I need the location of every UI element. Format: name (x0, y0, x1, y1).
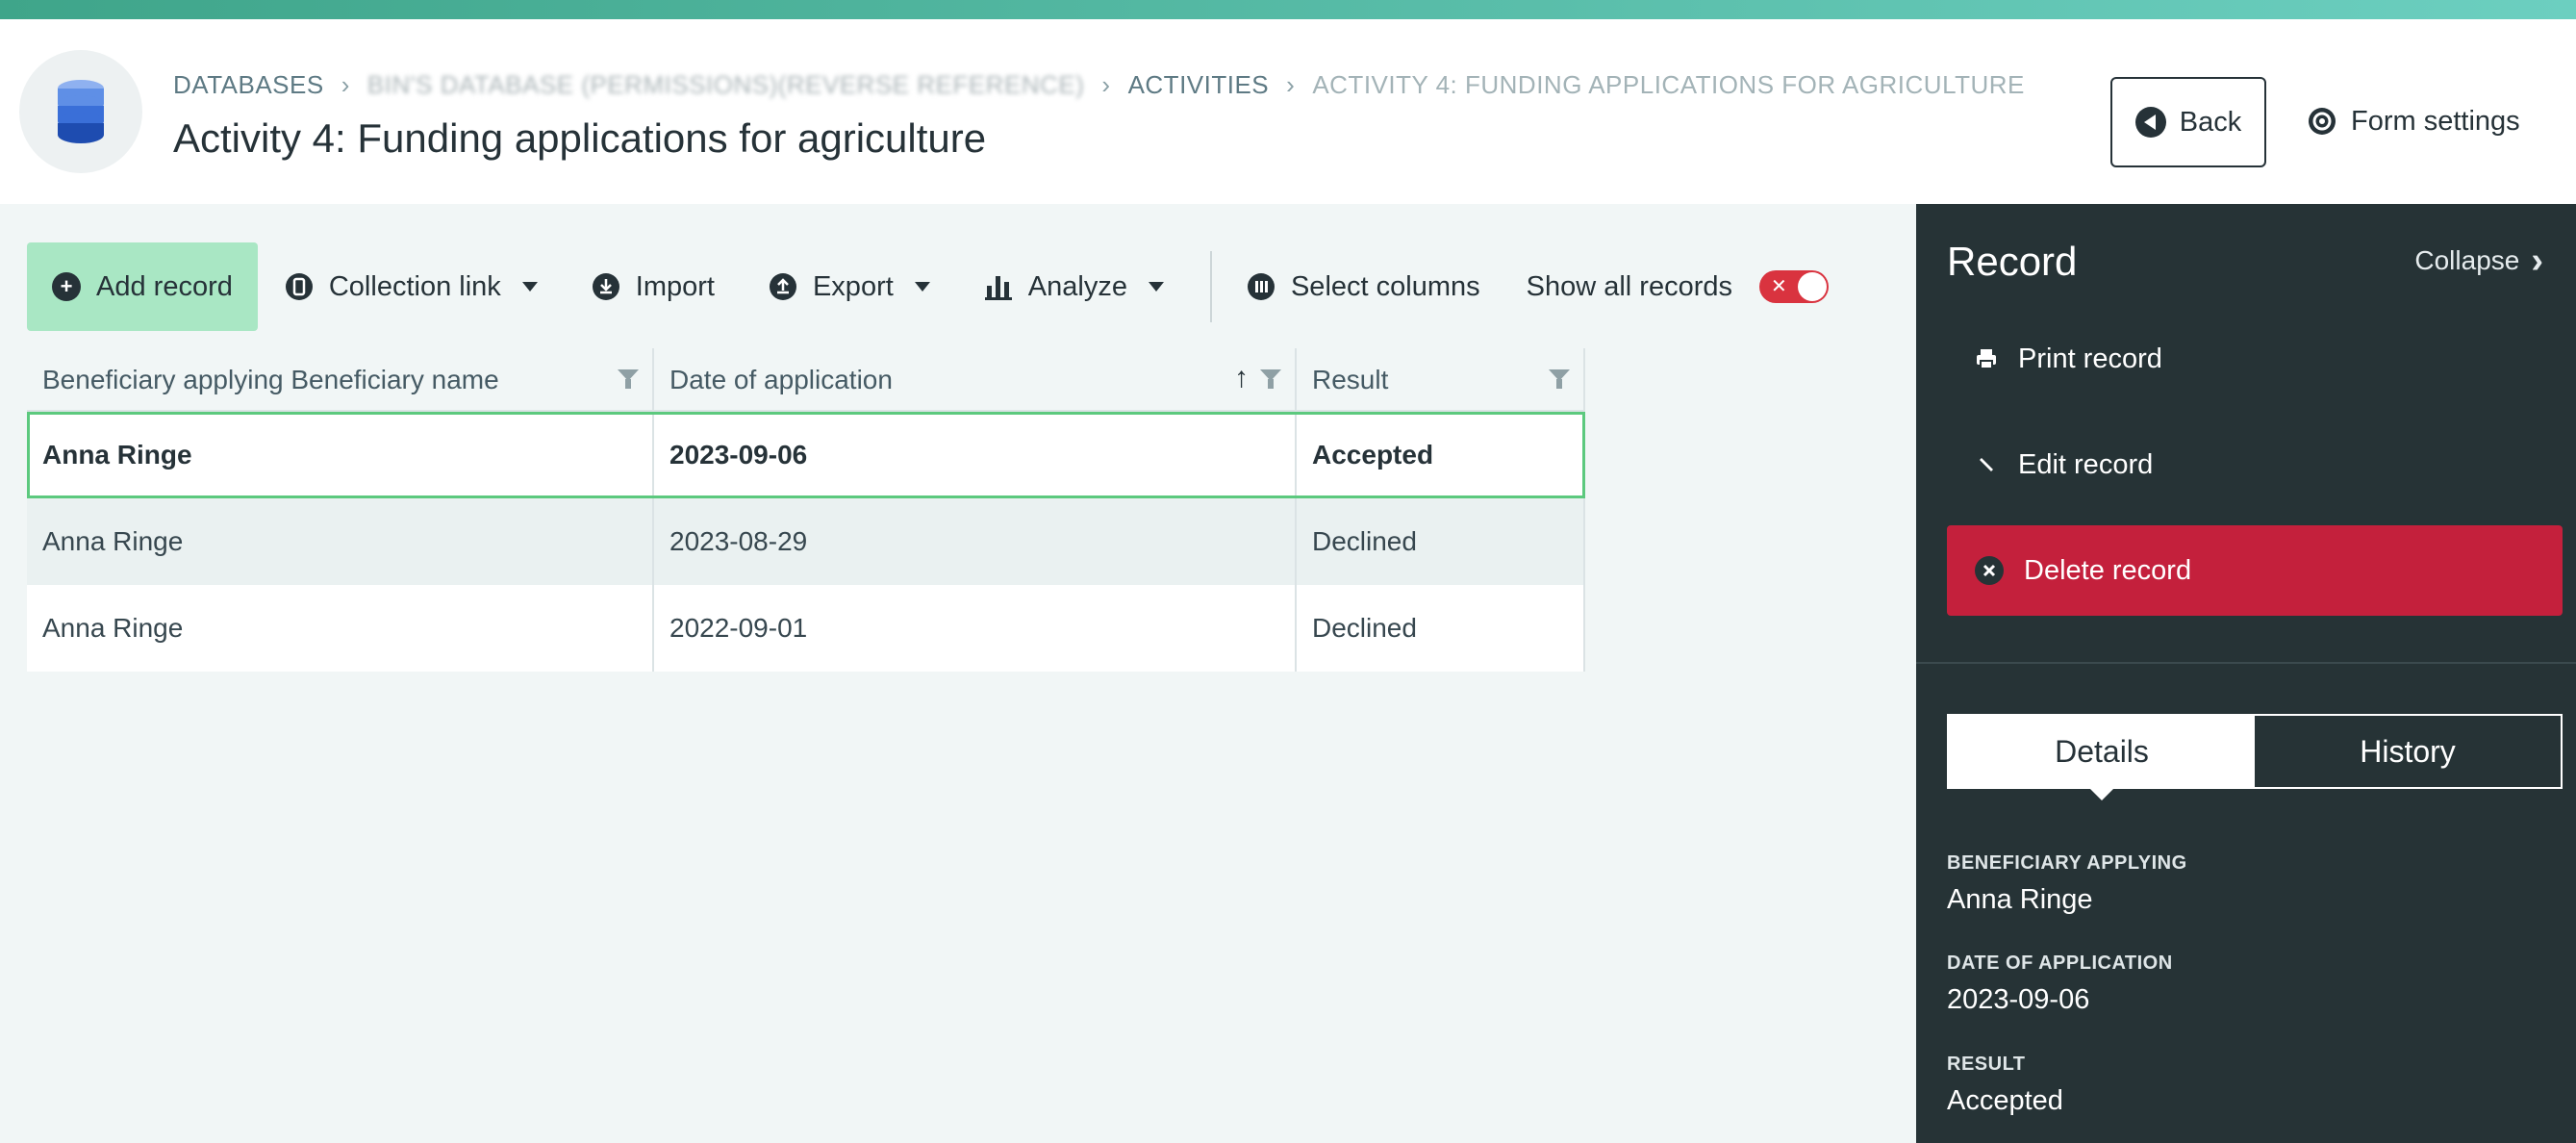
import-button[interactable]: Import (565, 242, 742, 331)
collapse-label: Collapse (2414, 245, 2520, 275)
breadcrumb-chevron-icon: › (1101, 69, 1111, 99)
table-cell[interactable]: Declined (1297, 498, 1585, 585)
table-cell[interactable]: Declined (1297, 585, 1585, 672)
delete-icon (1975, 556, 2004, 585)
analyze-button[interactable]: Analyze (957, 242, 1191, 331)
print-record-label: Print record (2018, 343, 2162, 374)
gear-icon (2309, 108, 2336, 135)
form-settings-button[interactable]: Form settings (2307, 94, 2520, 148)
add-record-label: Add record (96, 270, 233, 302)
filter-icon[interactable] (618, 369, 639, 389)
detail-field-beneficiary: BENEFICIARY APPLYING Anna Ringe (1947, 852, 2187, 916)
detail-field-value: Anna Ringe (1947, 884, 2093, 915)
column-header-label: Date of application (669, 365, 893, 394)
pencil-icon (1980, 458, 1993, 471)
delete-record-button[interactable]: Delete record (1947, 525, 2563, 616)
table-row[interactable]: Anna Ringe 2023-09-06 Accepted (27, 412, 1585, 498)
breadcrumb-databases[interactable]: DATABASES (173, 70, 324, 100)
panel-tabs: Details History (1947, 714, 2563, 800)
table-cell[interactable]: 2023-09-06 (654, 412, 1297, 498)
toolbar: + Add record Collection link Import Expo… (27, 242, 1829, 331)
edit-record-button[interactable]: Edit record (1947, 419, 2563, 510)
import-icon (592, 273, 619, 300)
detail-field-value: Accepted (1947, 1085, 2063, 1116)
page-header: DATABASES › BIN'S DATABASE (PERMISSIONS)… (0, 19, 2576, 204)
back-button[interactable]: Back (2110, 77, 2266, 167)
add-record-button[interactable]: + Add record (27, 242, 258, 331)
panel-divider (1916, 662, 2576, 664)
form-settings-label: Form settings (2351, 105, 2520, 137)
breadcrumb-current: ACTIVITY 4: FUNDING APPLICATIONS FOR AGR… (1312, 69, 2025, 99)
detail-field-label: BENEFICIARY APPLYING (1947, 852, 2187, 874)
export-icon (769, 273, 796, 300)
breadcrumb-database[interactable]: BIN'S DATABASE (PERMISSIONS)(REVERSE REF… (367, 70, 1085, 100)
column-header-label: Result (1312, 365, 1389, 394)
record-panel: Record Collapse › Print record Edit reco… (1916, 204, 2576, 1143)
records-table: Beneficiary applying Beneficiary name Da… (27, 348, 1585, 672)
table-cell[interactable]: Anna Ringe (27, 412, 654, 498)
back-label: Back (2179, 106, 2242, 138)
column-header-label: Beneficiary applying Beneficiary name (42, 365, 499, 394)
table-header: Beneficiary applying Beneficiary name Da… (27, 348, 1585, 412)
mobile-link-icon (285, 273, 313, 300)
chevron-down-icon (521, 282, 538, 292)
breadcrumb: DATABASES › BIN'S DATABASE (PERMISSIONS)… (173, 67, 2025, 102)
table-row[interactable]: Anna Ringe 2023-08-29 Declined (27, 498, 1585, 585)
sort-ascending-icon[interactable]: ↑ (1234, 362, 1249, 394)
select-columns-label: Select columns (1290, 270, 1480, 302)
database-icon (19, 50, 142, 173)
plus-icon: + (52, 272, 81, 301)
breadcrumb-chevron-icon: › (1286, 69, 1296, 99)
toggle-knob (1798, 272, 1827, 301)
column-header-date[interactable]: Date of application ↑ (654, 348, 1297, 412)
filter-icon[interactable] (1260, 369, 1281, 389)
delete-record-label: Delete record (2024, 554, 2192, 586)
edit-record-label: Edit record (2018, 448, 2154, 480)
tab-history[interactable]: History (2255, 716, 2561, 787)
detail-field-label: DATE OF APPLICATION (1947, 952, 2173, 974)
detail-field-result: RESULT Accepted (1947, 1054, 2063, 1117)
select-columns-button[interactable]: Select columns (1231, 242, 1507, 331)
tab-details[interactable]: Details (1949, 716, 2255, 800)
table-cell[interactable]: Accepted (1297, 412, 1585, 498)
export-button[interactable]: Export (742, 242, 957, 331)
toolbar-divider (1209, 251, 1212, 322)
columns-icon (1247, 273, 1275, 300)
panel-title: Record (1947, 239, 2078, 284)
table-cell[interactable]: 2022-09-01 (654, 585, 1297, 672)
printer-icon (1977, 349, 1996, 369)
collapse-button[interactable]: Collapse › (2414, 242, 2543, 279)
top-accent-bar (0, 0, 2576, 19)
table-cell[interactable]: 2023-08-29 (654, 498, 1297, 585)
import-label: Import (635, 270, 715, 302)
collection-link-button[interactable]: Collection link (258, 242, 565, 331)
show-all-records: Show all records ✕ (1507, 242, 1829, 331)
table-row[interactable]: Anna Ringe 2022-09-01 Declined (27, 585, 1585, 672)
filter-icon[interactable] (1549, 369, 1570, 389)
detail-field-value: 2023-09-06 (1947, 984, 2090, 1015)
detail-field-label: RESULT (1947, 1054, 2026, 1075)
chevron-right-icon: › (2531, 241, 2543, 281)
detail-field-date: DATE OF APPLICATION 2023-09-06 (1947, 952, 2173, 1016)
column-header-beneficiary[interactable]: Beneficiary applying Beneficiary name (27, 348, 654, 412)
collection-link-label: Collection link (328, 270, 501, 302)
bar-chart-icon (984, 276, 1012, 300)
page-title: Activity 4: Funding applications for agr… (173, 115, 987, 161)
show-all-records-toggle[interactable]: ✕ (1759, 270, 1829, 303)
chevron-down-icon (914, 282, 930, 292)
breadcrumb-activities[interactable]: ACTIVITIES (1128, 70, 1270, 100)
breadcrumb-chevron-icon: › (341, 69, 350, 99)
table-cell[interactable]: Anna Ringe (27, 585, 654, 672)
print-record-button[interactable]: Print record (1947, 314, 2563, 404)
close-icon: ✕ (1771, 276, 1787, 297)
column-header-result[interactable]: Result (1297, 348, 1585, 412)
back-arrow-icon (2134, 107, 2166, 138)
chevron-down-icon (1148, 282, 1164, 292)
table-cell[interactable]: Anna Ringe (27, 498, 654, 585)
show-all-records-label: Show all records (1526, 270, 1732, 302)
export-label: Export (812, 270, 894, 302)
analyze-label: Analyze (1027, 270, 1127, 302)
